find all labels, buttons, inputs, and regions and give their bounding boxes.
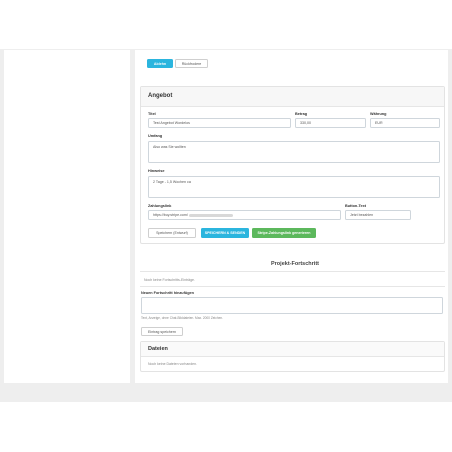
amount-label: Betrag (295, 112, 308, 116)
notes-textarea[interactable]: 2 Tage - 1,5 Wochen ca (148, 176, 440, 198)
files-empty-text: Noch keine Dateien vorhanden. (148, 362, 198, 366)
save-draft-button[interactable]: Speichern (Entwurf) (148, 228, 196, 238)
reject-button[interactable]: Ablehn (147, 59, 173, 68)
main-panel: Ablehn Rückfrodere Angebot Titel Test An… (135, 50, 448, 383)
new-progress-hint: Text, Anzeige, ohne Chat-Bilddateien. Ma… (141, 316, 224, 320)
button-text-label: Button-Text (345, 204, 367, 208)
progress-list-divider (140, 286, 445, 287)
progress-divider (140, 271, 445, 272)
sidebar-panel (4, 50, 130, 383)
inquiry-button[interactable]: Rückfrodere (175, 59, 208, 68)
payment-link-input[interactable]: https://buy.stripe.com/ (148, 210, 341, 220)
progress-section-title: Projekt-Fortschritt (271, 261, 319, 267)
offer-card: Angebot Titel Test Angebot Wordelos Betr… (140, 86, 445, 244)
payment-link-label: Zahlungslink (148, 204, 172, 208)
files-card-header: Dateien (141, 342, 444, 357)
currency-label: Währung (370, 112, 387, 116)
files-card: Dateien Noch keine Dateien vorhanden. (140, 341, 445, 372)
progress-empty-text: Noch keine Fortschritts-Einträge. (144, 278, 195, 282)
new-progress-label: Neuen Fortschritt hinzufügen (141, 291, 194, 295)
save-and-send-button[interactable]: SPEICHERN & SENDEN (201, 228, 249, 238)
scope-textarea[interactable]: Also was Sie wollten (148, 141, 440, 163)
notes-label: Hinweise (148, 169, 165, 173)
redacted-link-part (188, 213, 233, 217)
save-progress-button[interactable]: Eintrag speichern (141, 327, 183, 336)
amount-input[interactable]: 330,00 (295, 118, 366, 128)
title-input[interactable]: Test Angebot Wordelos (148, 118, 291, 128)
scope-label: Umfang (148, 134, 163, 138)
stripe-link-button[interactable]: Stripe-Zahlungslink generieren (252, 228, 316, 238)
button-text-input[interactable]: Jetzt bezahlen (345, 210, 411, 220)
offer-card-title: Angebot (148, 93, 173, 99)
files-card-title: Dateien (148, 346, 168, 352)
currency-input[interactable]: EUR (370, 118, 440, 128)
payment-link-value: https://buy.stripe.com/ (153, 213, 188, 217)
new-progress-textarea[interactable] (141, 297, 443, 314)
offer-card-header: Angebot (141, 87, 444, 107)
title-label: Titel (148, 112, 156, 116)
